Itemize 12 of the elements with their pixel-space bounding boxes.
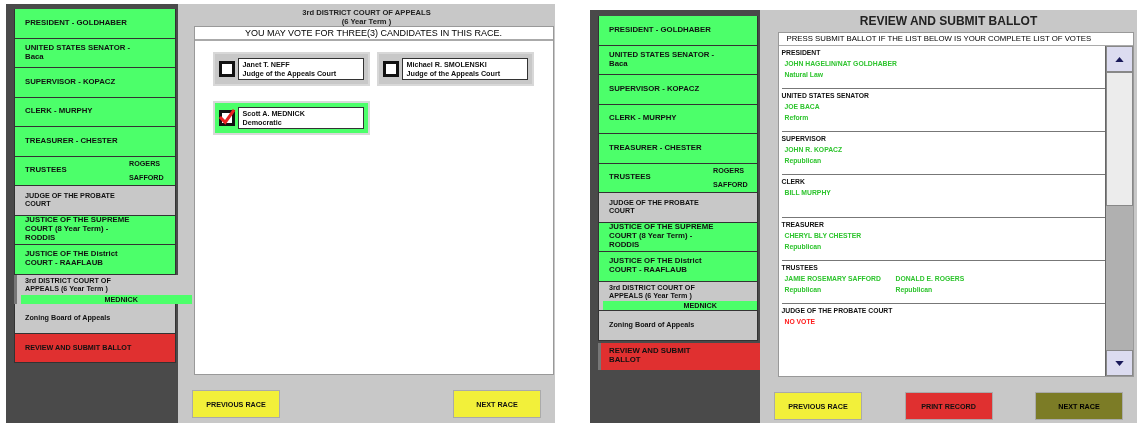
checkbox[interactable] (218, 110, 235, 126)
checkbox[interactable] (382, 61, 399, 77)
down-arrow-icon (1114, 360, 1124, 366)
scroll-up-button[interactable] (1105, 46, 1133, 72)
scrollbar[interactable] (1104, 46, 1133, 376)
scrollbar-thumb[interactable] (1105, 72, 1133, 206)
checkbox[interactable] (218, 61, 235, 77)
up-arrow-icon (1114, 56, 1124, 62)
scroll-down-button[interactable] (1105, 350, 1133, 376)
checkmark-icon (217, 108, 236, 125)
instruction-text: YOU MAY VOTE FOR THREE(3) CANDIDATES IN THIS RACE. (194, 27, 553, 41)
race-title: REVIEW AND SUBMIT BALLOT (859, 14, 1038, 28)
